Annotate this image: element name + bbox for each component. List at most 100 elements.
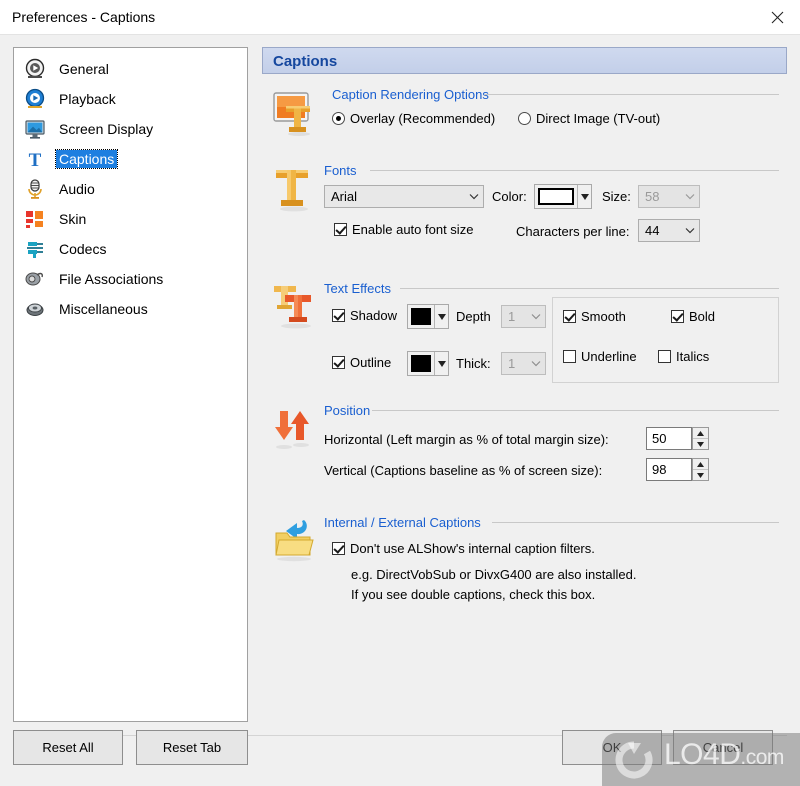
bold-checkbox-box (671, 310, 684, 323)
sidebar-item-playback[interactable]: Playback (14, 84, 247, 114)
skin-icon (24, 208, 46, 230)
depth-select[interactable]: 1 (501, 305, 546, 328)
radio-direct-image[interactable]: Direct Image (TV-out) (518, 111, 660, 126)
chevron-down-icon (681, 227, 699, 234)
thick-select[interactable]: 1 (501, 352, 546, 375)
window-titlebar: Preferences - Captions (0, 0, 800, 35)
sidebar-item-label: Codecs (59, 241, 107, 257)
underline-checkbox[interactable]: Underline (563, 349, 637, 364)
close-button[interactable] (754, 0, 800, 35)
disable-internal-filters-checkbox-box (332, 542, 345, 555)
group-rule (492, 522, 779, 523)
group-rule (370, 170, 779, 171)
bold-label: Bold (689, 309, 716, 324)
group-text-effects: Text Effects Shadow Depth 1 Outline Thic… (262, 281, 787, 393)
note-line-1: e.g. DirectVobSub or DivxG400 are also i… (351, 567, 637, 582)
sidebar-item-skin[interactable]: Skin (14, 204, 247, 234)
group-caption-rendering: Caption Rendering Options Overlay (Recom… (262, 87, 787, 151)
smooth-checkbox-box (563, 310, 576, 323)
horizontal-spinner-up[interactable] (693, 428, 708, 439)
sidebar-item-label: General (59, 61, 109, 77)
horizontal-spinner-down[interactable] (693, 439, 708, 449)
sidebar-item-file-associations[interactable]: File Associations (14, 264, 247, 294)
horizontal-label: Horizontal (Left margin as % of total ma… (324, 432, 609, 447)
outline-label: Outline (350, 355, 392, 370)
horizontal-value-input[interactable]: 50 (646, 427, 692, 450)
thick-value: 1 (508, 356, 516, 371)
shadow-label: Shadow (350, 308, 397, 323)
auto-font-size-checkbox[interactable]: Enable auto font size (334, 222, 473, 237)
font-family-select[interactable]: Arial (324, 185, 484, 208)
outline-checkbox[interactable]: Outline (332, 355, 391, 370)
file-associations-icon (24, 268, 46, 290)
shadow-color-button[interactable] (407, 304, 449, 329)
sidebar-item-label: Playback (59, 91, 116, 107)
horizontal-spinner[interactable] (692, 427, 709, 450)
reset-tab-label: Reset Tab (162, 740, 222, 755)
group-position: Position Horizontal (Left margin as % of… (262, 403, 787, 505)
chevron-down-icon[interactable] (434, 352, 448, 375)
sidebar-item-audio[interactable]: Audio (14, 174, 247, 204)
vertical-value: 98 (652, 462, 667, 477)
font-size-select[interactable]: 58 (638, 185, 700, 208)
folder-in-icon (270, 517, 318, 567)
caption-render-icon (270, 89, 318, 139)
italics-label: Italics (676, 349, 710, 364)
reset-all-label: Reset All (42, 740, 94, 755)
audio-icon (24, 178, 46, 200)
vertical-spinner-up[interactable] (693, 459, 708, 470)
chars-per-line-select[interactable]: 44 (638, 219, 700, 242)
color-label: Color: (492, 189, 527, 204)
vertical-value-input[interactable]: 98 (646, 458, 692, 481)
chars-per-line-value: 44 (645, 223, 660, 238)
chevron-down-icon (681, 193, 699, 200)
chevron-down-icon[interactable] (434, 305, 448, 328)
dialog-client-area: General Playback Screen Display T Captio… (0, 35, 800, 786)
sidebar-item-screen-display[interactable]: Screen Display (14, 114, 247, 144)
settings-panel: Captions Caption Rendering Options Overl… (262, 47, 787, 722)
outline-color-button[interactable] (407, 351, 449, 376)
group-title-text-effects: Text Effects (324, 281, 397, 296)
close-icon (771, 11, 783, 24)
group-internal-external-captions: Internal / External Captions Don't use A… (262, 515, 787, 627)
group-title-internal-external: Internal / External Captions (324, 515, 487, 530)
smooth-checkbox[interactable]: Smooth (563, 309, 626, 324)
captions-icon: T (24, 148, 46, 170)
vertical-spinner[interactable] (692, 458, 709, 481)
ok-button[interactable]: OK (562, 730, 662, 765)
shadow-color-swatch (411, 308, 431, 325)
reset-tab-button[interactable]: Reset Tab (136, 730, 248, 765)
position-icon (270, 405, 318, 455)
sidebar-item-miscellaneous[interactable]: Miscellaneous (14, 294, 247, 324)
sidebar-item-label: Skin (59, 211, 87, 227)
chars-per-line-label: Characters per line: (516, 224, 630, 239)
radio-overlay-indicator (332, 112, 345, 125)
font-color-button[interactable] (534, 184, 592, 209)
disable-internal-filters-checkbox[interactable]: Don't use ALShow's internal caption filt… (332, 541, 595, 556)
underline-label: Underline (581, 349, 637, 364)
codecs-icon (24, 238, 46, 260)
vertical-spinner-down[interactable] (693, 470, 708, 480)
reset-all-button[interactable]: Reset All (13, 730, 123, 765)
sidebar-item-codecs[interactable]: Codecs (14, 234, 247, 264)
sidebar-item-label: Miscellaneous (59, 301, 148, 317)
underline-checkbox-box (563, 350, 576, 363)
sidebar-item-general[interactable]: General (14, 54, 247, 84)
cancel-button[interactable]: Cancel (673, 730, 773, 765)
sidebar-item-captions[interactable]: T Captions (14, 144, 247, 174)
settings-category-list[interactable]: General Playback Screen Display T Captio… (13, 47, 248, 722)
chevron-down-icon[interactable] (577, 185, 591, 208)
italics-checkbox[interactable]: Italics (658, 349, 709, 364)
auto-font-size-label: Enable auto font size (352, 222, 474, 237)
note-line-2: If you see double captions, check this b… (351, 587, 596, 602)
playback-icon (24, 88, 46, 110)
radio-direct-image-indicator (518, 112, 531, 125)
general-icon (24, 58, 46, 80)
radio-overlay[interactable]: Overlay (Recommended) (332, 111, 495, 126)
bold-checkbox[interactable]: Bold (671, 309, 715, 324)
group-rule (372, 410, 779, 411)
shadow-checkbox[interactable]: Shadow (332, 308, 397, 323)
font-size-value: 58 (645, 189, 660, 204)
depth-value: 1 (508, 309, 516, 324)
radio-direct-image-label: Direct Image (TV-out) (536, 111, 661, 126)
